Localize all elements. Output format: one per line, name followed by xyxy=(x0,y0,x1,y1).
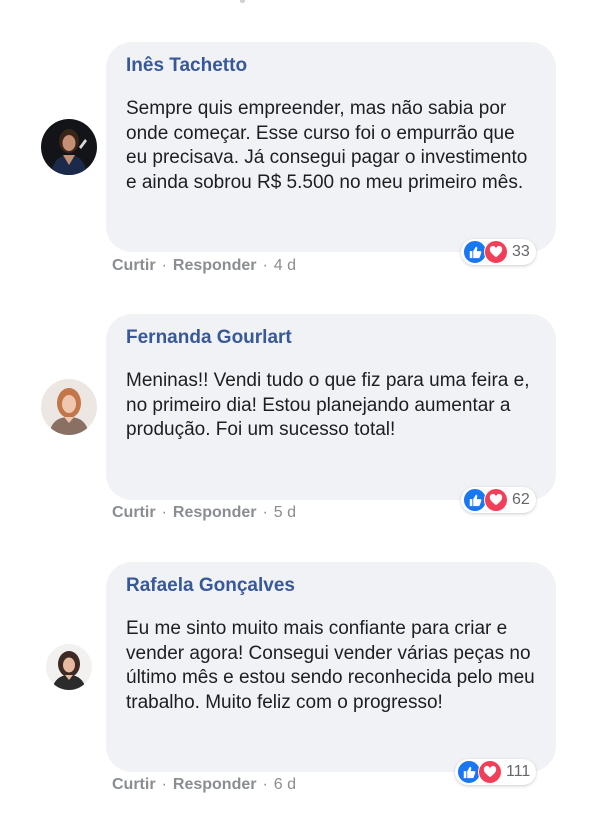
reaction-count: 33 xyxy=(512,243,530,260)
avatar[interactable] xyxy=(41,119,97,175)
heart-icon xyxy=(478,760,502,784)
comment-actions: Curtir · Responder · 5 d xyxy=(112,504,296,522)
reply-button[interactable]: Responder xyxy=(173,504,257,522)
separator: · xyxy=(262,504,268,521)
comment-author[interactable]: Fernanda Gourlart xyxy=(126,326,536,350)
like-button[interactable]: Curtir xyxy=(112,257,156,275)
reaction-count: 111 xyxy=(506,763,531,780)
comment-text: Eu me sinto muito mais confiante para cr… xyxy=(126,618,535,713)
divider xyxy=(240,0,245,3)
separator: · xyxy=(161,504,167,521)
timestamp[interactable]: 5 d xyxy=(274,504,296,522)
like-button[interactable]: Curtir xyxy=(112,776,156,794)
avatar[interactable] xyxy=(46,644,92,690)
heart-icon xyxy=(484,240,508,264)
comment-author[interactable]: Rafaela Gonçalves xyxy=(126,574,536,598)
separator: · xyxy=(262,257,268,274)
comment-actions: Curtir · Responder · 4 d xyxy=(112,257,296,275)
reaction-summary[interactable]: 33 xyxy=(461,239,536,265)
like-button[interactable]: Curtir xyxy=(112,504,156,522)
comment-text: Sempre quis empreender, mas não sabia po… xyxy=(126,98,528,193)
reply-button[interactable]: Responder xyxy=(173,776,257,794)
reply-button[interactable]: Responder xyxy=(173,257,257,275)
reaction-summary[interactable]: 111 xyxy=(455,759,537,785)
comment-actions: Curtir · Responder · 6 d xyxy=(112,776,296,794)
separator: · xyxy=(161,776,167,793)
comment-bubble: Inês Tachetto Sempre quis empreender, ma… xyxy=(106,42,556,252)
separator: · xyxy=(161,257,167,274)
timestamp[interactable]: 4 d xyxy=(274,257,296,275)
avatar[interactable] xyxy=(41,379,97,435)
comment-text: Meninas!! Vendi tudo o que fiz para uma … xyxy=(126,370,530,441)
comment-author[interactable]: Inês Tachetto xyxy=(126,54,536,78)
separator: · xyxy=(262,776,268,793)
timestamp[interactable]: 6 d xyxy=(274,776,296,794)
reaction-summary[interactable]: 62 xyxy=(461,487,536,513)
heart-icon xyxy=(484,488,508,512)
reaction-count: 62 xyxy=(512,491,530,508)
comment-bubble: Fernanda Gourlart Meninas!! Vendi tudo o… xyxy=(106,314,556,500)
comment-bubble: Rafaela Gonçalves Eu me sinto muito mais… xyxy=(106,562,556,772)
